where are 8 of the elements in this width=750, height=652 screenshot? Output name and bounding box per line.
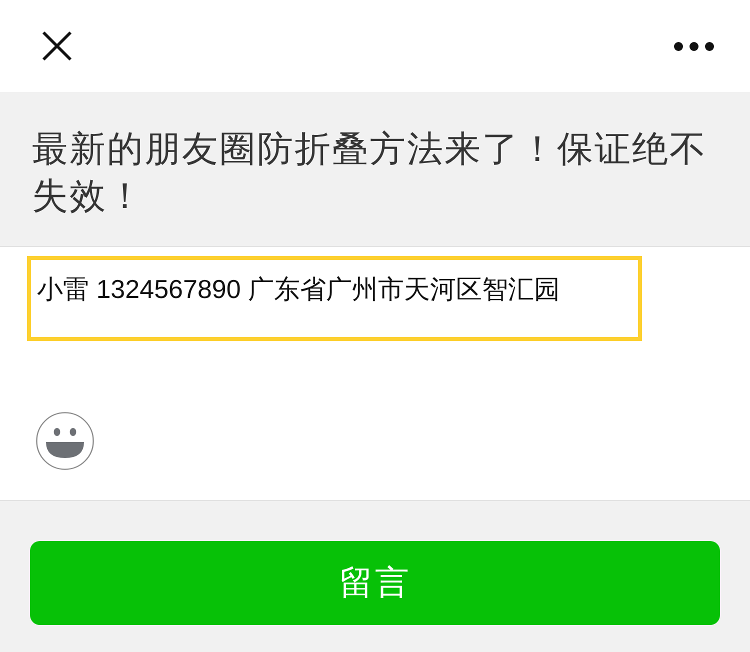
smiley-icon <box>36 412 94 470</box>
close-icon <box>42 31 72 61</box>
close-button[interactable] <box>42 31 72 61</box>
emoji-button[interactable] <box>36 412 94 470</box>
more-button[interactable] <box>674 42 714 50</box>
article-title: 最新的朋友圈防折叠方法来了！保证绝不失效！ <box>32 127 708 218</box>
comment-input[interactable]: 小雷 1324567890 广东省广州市天河区智汇园 <box>27 256 642 341</box>
more-icon <box>674 42 714 50</box>
